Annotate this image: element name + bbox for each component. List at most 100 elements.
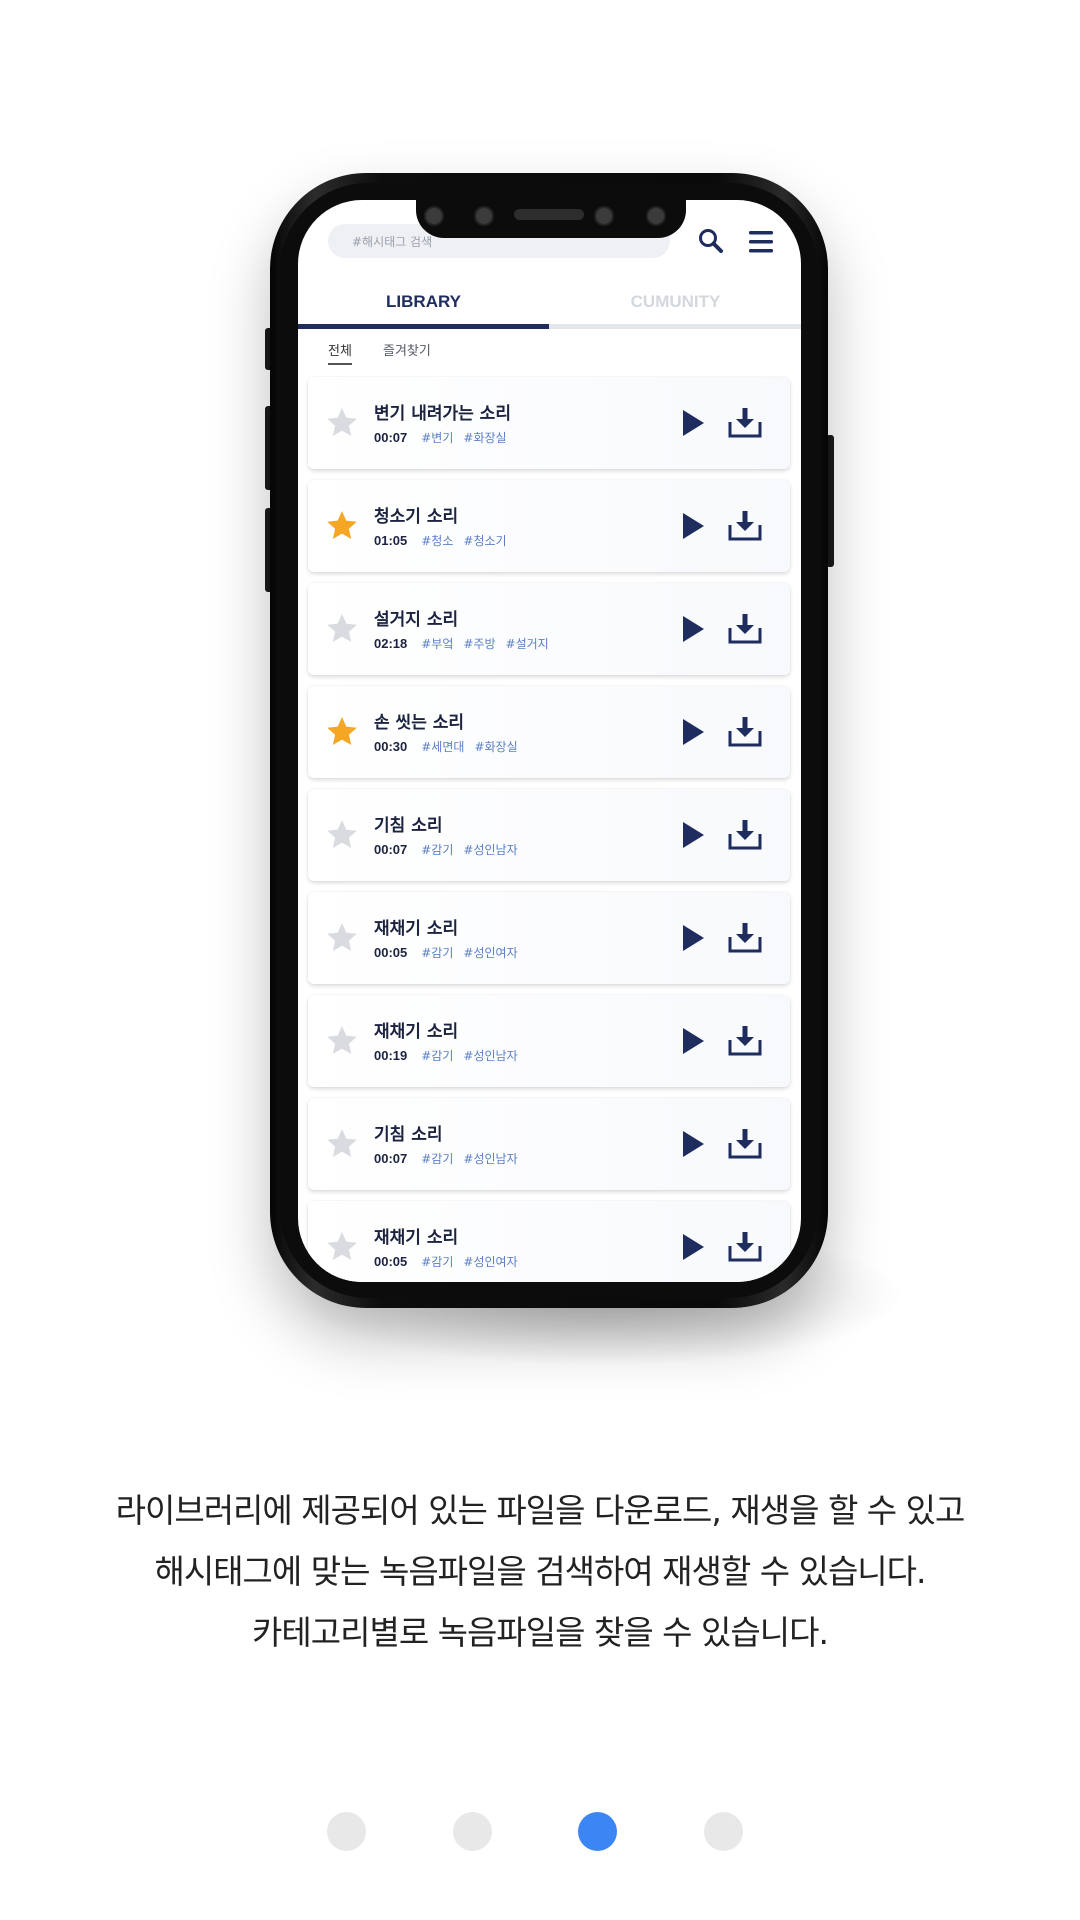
hashtag[interactable]: #성인여자 — [463, 1255, 517, 1269]
download-icon[interactable] — [727, 818, 763, 852]
sound-meta: 00:07 #감기 #성인남자 — [374, 841, 528, 858]
tab-bar: LIBRARY CUMUNITY — [298, 280, 801, 330]
hashtag[interactable]: #화장실 — [463, 431, 506, 445]
hashtag[interactable]: #변기 — [421, 431, 453, 445]
play-icon[interactable] — [680, 408, 706, 438]
play-icon[interactable] — [680, 1129, 706, 1159]
list-item[interactable]: 기침 소리 00:07 #감기 #성인남자 — [308, 1098, 790, 1190]
list-item[interactable]: 변기 내려가는 소리 00:07 #변기 #화장실 — [308, 377, 790, 469]
tab-library[interactable]: LIBRARY — [298, 280, 549, 324]
star-icon[interactable] — [324, 714, 360, 750]
star-icon[interactable] — [324, 508, 360, 544]
list-item[interactable]: 재채기 소리 00:05 #감기 #성인여자 — [308, 1201, 790, 1282]
hamburger-menu-icon[interactable] — [745, 226, 777, 258]
list-item[interactable]: 청소기 소리 01:05 #청소 #청소기 — [308, 480, 790, 572]
star-icon[interactable] — [324, 405, 360, 441]
filter-all[interactable]: 전체 — [328, 340, 352, 365]
sound-meta: 00:19 #감기 #성인남자 — [374, 1047, 528, 1064]
hashtag[interactable]: #성인남자 — [463, 1049, 517, 1063]
download-icon[interactable] — [727, 509, 763, 543]
sound-title: 기침 소리 — [374, 816, 443, 836]
page-dot[interactable] — [578, 1812, 617, 1851]
hashtag[interactable]: #성인남자 — [463, 843, 517, 857]
hashtag[interactable]: #세면대 — [421, 740, 464, 754]
sound-meta: 00:05 #감기 #성인여자 — [374, 1253, 528, 1270]
sound-meta: 00:07 #감기 #성인남자 — [374, 1150, 528, 1167]
sound-duration: 00:05 — [374, 1254, 408, 1269]
sound-title: 재채기 소리 — [374, 1228, 459, 1248]
sound-duration: 00:30 — [374, 739, 408, 754]
play-icon[interactable] — [680, 614, 706, 644]
list-item[interactable]: 설거지 소리 02:18 #부엌 #주방 #설거지 — [308, 583, 790, 675]
sound-duration: 00:05 — [374, 945, 408, 960]
caption-line: 라이브러리에 제공되어 있는 파일을 다운로드, 재생을 할 수 있고 — [115, 1491, 966, 1530]
phone-notch — [416, 200, 686, 238]
play-icon[interactable] — [680, 820, 706, 850]
caption-line: 해시태그에 맞는 녹음파일을 검색하여 재생할 수 있습니다. — [154, 1552, 926, 1591]
play-icon[interactable] — [680, 923, 706, 953]
list-item[interactable]: 재채기 소리 00:19 #감기 #성인남자 — [308, 995, 790, 1087]
page-dot[interactable] — [704, 1812, 743, 1851]
tab-community[interactable]: CUMUNITY — [550, 280, 801, 324]
star-icon[interactable] — [324, 920, 360, 956]
sensor-icon — [646, 206, 666, 226]
sound-duration: 02:18 — [374, 636, 408, 651]
sound-duration: 00:07 — [374, 430, 408, 445]
sound-duration: 00:07 — [374, 1151, 408, 1166]
hashtag[interactable]: #부엌 — [421, 637, 453, 651]
hashtag[interactable]: #화장실 — [474, 740, 517, 754]
phone-screen: LIBRARY CUMUNITY 전체 즐겨찾기 변기 내려가는 소리 00:07… — [298, 200, 801, 1282]
page-dot[interactable] — [327, 1812, 366, 1851]
star-icon[interactable] — [324, 1229, 360, 1265]
caption: 라이브러리에 제공되어 있는 파일을 다운로드, 재생을 할 수 있고 해시태그… — [0, 1480, 1080, 1663]
sensor-icon — [474, 206, 494, 226]
sound-meta: 00:07 #변기 #화장실 — [374, 429, 517, 446]
download-icon[interactable] — [727, 1230, 763, 1264]
page-dot[interactable] — [453, 1812, 492, 1851]
list-item[interactable]: 기침 소리 00:07 #감기 #성인남자 — [308, 789, 790, 881]
download-icon[interactable] — [727, 921, 763, 955]
speaker-grille — [514, 209, 584, 220]
download-icon[interactable] — [727, 612, 763, 646]
hashtag[interactable]: #감기 — [421, 1255, 453, 1269]
hashtag[interactable]: #감기 — [421, 946, 453, 960]
sound-meta: 02:18 #부엌 #주방 #설거지 — [374, 635, 559, 652]
download-icon[interactable] — [727, 1127, 763, 1161]
play-icon[interactable] — [680, 717, 706, 747]
star-icon[interactable] — [324, 1023, 360, 1059]
sound-title: 청소기 소리 — [374, 507, 459, 527]
hashtag[interactable]: #청소기 — [463, 534, 506, 548]
sound-title: 손 씻는 소리 — [374, 713, 465, 733]
hashtag[interactable]: #감기 — [421, 1049, 453, 1063]
tab-indicator-active — [298, 324, 549, 329]
play-icon[interactable] — [680, 1232, 706, 1262]
sound-duration: 01:05 — [374, 533, 408, 548]
star-icon[interactable] — [324, 1126, 360, 1162]
list-item[interactable]: 재채기 소리 00:05 #감기 #성인여자 — [308, 892, 790, 984]
sound-title: 재채기 소리 — [374, 1022, 459, 1042]
sound-title: 설거지 소리 — [374, 610, 459, 630]
star-icon[interactable] — [324, 817, 360, 853]
camera-icon — [424, 206, 444, 226]
caption-line: 카테고리별로 녹음파일을 찾을 수 있습니다. — [252, 1613, 829, 1652]
download-icon[interactable] — [727, 406, 763, 440]
star-icon[interactable] — [324, 611, 360, 647]
hashtag[interactable]: #설거지 — [506, 637, 549, 651]
sound-duration: 00:19 — [374, 1048, 408, 1063]
sound-meta: 01:05 #청소 #청소기 — [374, 532, 517, 549]
list-item[interactable]: 손 씻는 소리 00:30 #세면대 #화장실 — [308, 686, 790, 778]
hashtag[interactable]: #주방 — [463, 637, 495, 651]
hashtag[interactable]: #성인여자 — [463, 946, 517, 960]
download-icon[interactable] — [727, 1024, 763, 1058]
play-icon[interactable] — [680, 1026, 706, 1056]
hashtag[interactable]: #감기 — [421, 843, 453, 857]
hashtag[interactable]: #감기 — [421, 1152, 453, 1166]
filter-favorites[interactable]: 즐겨찾기 — [383, 340, 431, 359]
search-icon[interactable] — [696, 226, 728, 258]
hashtag[interactable]: #청소 — [421, 534, 453, 548]
play-icon[interactable] — [680, 511, 706, 541]
sound-duration: 00:07 — [374, 842, 408, 857]
hashtag[interactable]: #성인남자 — [463, 1152, 517, 1166]
tab-indicator-track — [298, 324, 801, 329]
download-icon[interactable] — [727, 715, 763, 749]
